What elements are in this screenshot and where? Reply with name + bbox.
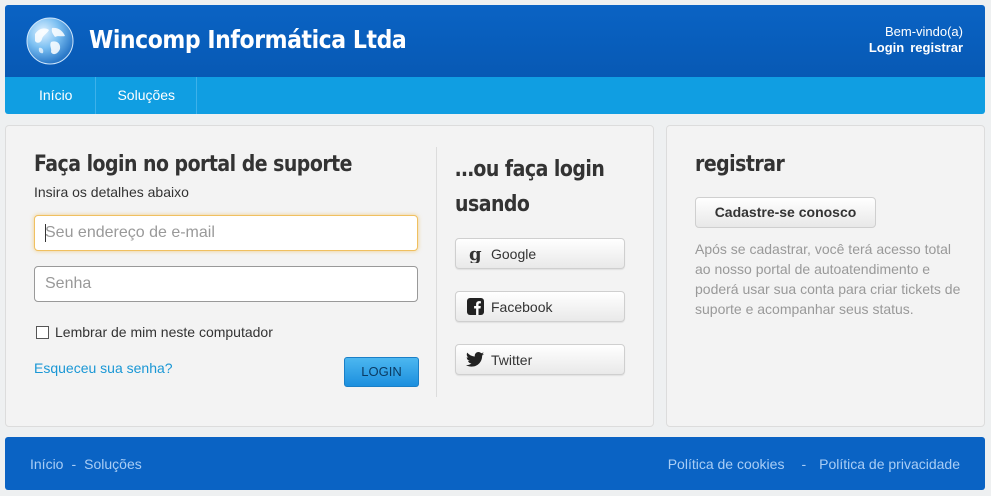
facebook-label: Facebook [491,298,553,315]
register-title: registrar [695,152,785,177]
facebook-icon [466,298,484,316]
register-panel: registrar Cadastre-se conosco Após se ca… [666,125,985,427]
footer-separator: - [801,456,807,472]
login-panel: Faça login no portal de suporte Insira o… [5,125,654,427]
remember-me[interactable]: Lembrar de mim neste computador [36,324,273,340]
twitter-label: Twitter [491,351,533,368]
twitter-icon [466,351,484,369]
login-title: Faça login no portal de suporte [34,152,353,177]
google-label: Google [491,245,537,262]
footer-link-privacy[interactable]: Política de privacidade [819,456,960,472]
forgot-password-link[interactable]: Esqueceu sua senha? [34,360,173,376]
remember-label: Lembrar de mim neste computador [55,324,273,340]
footer-link-solucoes[interactable]: Soluções [84,456,142,472]
footer-separator: - [71,456,77,472]
brand-name: Wincomp Informática Ltda [89,25,407,54]
login-button[interactable]: LOGIN [344,357,419,387]
register-description: Após se cadastrar, você terá acesso tota… [695,241,961,317]
google-icon: g [466,245,484,263]
social-title-line2: usando [455,192,530,217]
site-footer: Início - Soluções Política de cookies - Polí… [5,437,985,490]
footer-link-cookies[interactable]: Política de cookies [668,456,785,472]
google-login-button[interactable]: g Google [455,238,625,269]
register-button[interactable]: Cadastre-se conosco [695,197,876,228]
main-nav: Início Soluções [5,77,985,114]
password-input[interactable]: Senha [34,266,418,302]
welcome-text: Bem-vindo(a) [884,24,963,39]
nav-item-inicio[interactable]: Início [5,77,97,114]
social-title-line1: …ou faça login [455,157,605,182]
nav-item-solucoes[interactable]: Soluções [96,77,198,114]
panel-divider [436,147,437,397]
twitter-login-button[interactable]: Twitter [455,344,625,375]
user-welcome: Bem-vindo(a) Login registrar [869,24,963,56]
globe-logo-icon [26,17,74,65]
remember-checkbox[interactable] [36,325,49,339]
svg-text:g: g [469,245,482,263]
email-input[interactable]: Seu endereço de e-mail [34,215,418,251]
header-login-link[interactable]: Login [869,40,904,55]
footer-link-inicio[interactable]: Início [30,456,63,472]
login-subtitle: Insira os detalhes abaixo [34,184,189,200]
facebook-login-button[interactable]: Facebook [455,291,625,322]
site-header: Wincomp Informática Ltda Bem-vindo(a) Lo… [5,5,985,77]
header-register-link[interactable]: registrar [910,40,963,55]
social-login-title: …ou faça login usando [455,152,629,222]
